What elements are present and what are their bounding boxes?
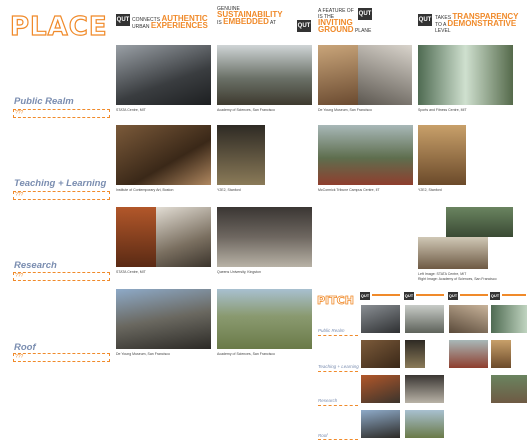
photo-de-young-museum xyxy=(358,45,412,105)
qut-logo: QUT xyxy=(116,14,130,26)
pitch-thumbnail xyxy=(491,340,511,368)
qut-logo: QUT xyxy=(404,292,414,300)
placeholder-box[interactable]: ??? xyxy=(13,353,110,362)
qut-logo: QUT xyxy=(490,292,500,300)
pitch-thumbnail xyxy=(405,340,425,368)
photo-stata-centre xyxy=(116,207,156,267)
column-header-text: CONNECTS AUTHENTIC URBAN EXPERIENCES xyxy=(132,14,208,31)
photo-sports-fitness-centre xyxy=(418,45,513,105)
column-header-text: TAKES TRANSPARENCY TO A DEMONSTRATIVE LE… xyxy=(435,12,519,35)
photo-mccormick-tribune-centre xyxy=(318,125,413,185)
photo-caption: Y2E2, Stanford xyxy=(217,188,241,192)
page-title: PLACE xyxy=(9,11,108,42)
pitch-row-label: Teaching + Learning xyxy=(318,364,359,369)
qut-logo: QUT xyxy=(358,8,372,20)
column-header-3: A FEATURE OF IS THE INVITING GROUND PLAN… xyxy=(318,8,413,34)
photo-stata-centre xyxy=(116,45,211,105)
photo-caption: Right Image: Academy of Sciences, San Fr… xyxy=(418,277,497,281)
photo-de-young-museum xyxy=(318,45,358,105)
column-header-2: GENUINE SUSTAINABILITY IS EMBEDDED AT QU… xyxy=(217,6,312,32)
photo-academy-of-sciences xyxy=(446,207,513,237)
pitch-thumbnail xyxy=(449,340,488,368)
photo-caption: Institute of Contemporary Art, Boston xyxy=(116,188,174,192)
photo-caption: De Young Museum, San Francisco xyxy=(116,352,170,356)
pitch-row-label: Research xyxy=(318,398,338,403)
photo-caption: Left Image: STATA Centre, MIT xyxy=(418,272,467,276)
pitch-thumbnail xyxy=(405,305,444,333)
pitch-thumbnail xyxy=(491,375,527,403)
photo-caption: Academy of Sciences, San Francisco xyxy=(217,352,275,356)
photo-y2e2-stanford xyxy=(418,125,466,185)
mini-header-bar xyxy=(372,294,400,296)
placeholder-box[interactable]: ??? xyxy=(13,109,110,118)
mini-header-bar xyxy=(416,294,444,296)
photo-academy-of-sciences-roof xyxy=(217,289,312,349)
photo-queens-university xyxy=(217,207,312,267)
pitch-thumbnail xyxy=(361,305,400,333)
pitch-row-line xyxy=(318,335,358,336)
pitch-row-line xyxy=(318,439,358,440)
row-label-teaching-learning: Teaching + Learning xyxy=(14,178,107,189)
pitch-thumbnail xyxy=(405,375,444,403)
photo-caption: Queens University, Kingston xyxy=(217,270,261,274)
pitch-row-label: Public Realm xyxy=(318,328,345,333)
photo-y2e2-stanford xyxy=(217,125,265,185)
pitch-row-line xyxy=(318,405,358,406)
pitch-title: PITCH xyxy=(317,294,355,308)
pitch-thumbnail xyxy=(491,305,527,333)
photo-caption: STATA Centre, MIT xyxy=(116,270,146,274)
photo-stata-centre xyxy=(156,207,211,267)
pitch-thumbnail xyxy=(361,340,400,368)
photo-caption: Sports and Fitness Centre, MIT xyxy=(418,108,467,112)
row-label-roof: Roof xyxy=(14,342,36,353)
qut-logo: QUT xyxy=(448,292,458,300)
placeholder-box[interactable]: ??? xyxy=(13,191,110,200)
photo-caption: McCormick Tribune Campus Centre, IIT xyxy=(318,188,380,192)
placeholder-box[interactable]: ??? xyxy=(13,272,110,281)
pitch-thumbnail xyxy=(361,375,400,403)
photo-institute-contemporary-art xyxy=(116,125,211,185)
pitch-thumbnail xyxy=(361,410,400,438)
mini-header-bar xyxy=(460,294,488,296)
pitch-thumbnail xyxy=(449,305,488,333)
pitch-row-line xyxy=(318,371,358,372)
qut-logo: QUT xyxy=(360,292,370,300)
photo-caption: STATA Centre, MIT xyxy=(116,108,146,112)
photo-caption: Academy of Sciences, San Francisco xyxy=(217,108,275,112)
pitch-thumbnail xyxy=(405,410,444,438)
qut-logo: QUT xyxy=(297,20,311,32)
photo-stata-centre xyxy=(418,237,488,269)
photo-de-young-museum xyxy=(116,289,211,349)
row-label-public-realm: Public Realm xyxy=(14,96,74,107)
mini-header-bar xyxy=(502,294,526,296)
row-label-research: Research xyxy=(14,260,57,271)
photo-caption: Y2E2, Stanford xyxy=(418,188,442,192)
photo-academy-of-sciences xyxy=(217,45,312,105)
photo-caption: De Young Museum, San Francisco xyxy=(318,108,372,112)
qut-logo: QUT xyxy=(418,14,432,26)
pitch-row-label: Roof xyxy=(318,433,328,438)
